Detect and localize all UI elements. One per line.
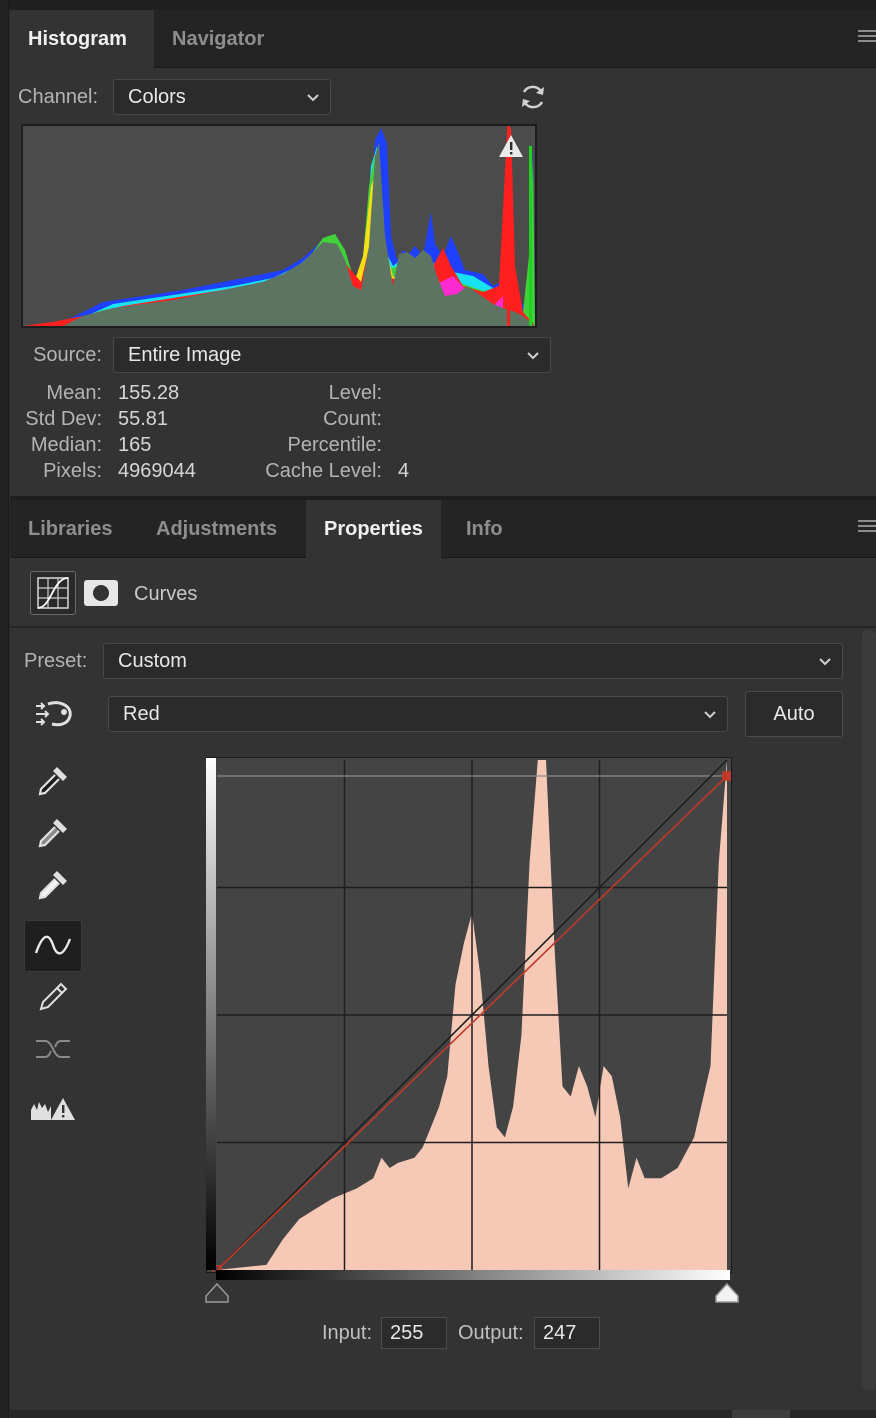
input-field[interactable]: 255 xyxy=(381,1317,447,1349)
left-dock-edge xyxy=(0,0,9,1418)
input-gradient-bar xyxy=(216,1270,730,1280)
tab-info[interactable]: Info xyxy=(448,500,521,558)
mean-value: 155.28 xyxy=(118,382,180,404)
percentile-label: Percentile: xyxy=(287,434,383,456)
stddev-value: 55.81 xyxy=(118,408,169,430)
chevron-down-icon xyxy=(704,711,716,719)
mean-label: Mean: xyxy=(46,382,102,404)
channel-value: Colors xyxy=(128,86,186,108)
white-eyedropper-icon xyxy=(38,871,67,900)
tab-libraries[interactable]: Libraries xyxy=(10,500,130,558)
smooth-icon xyxy=(36,1040,70,1058)
channel-dropdown[interactable]: Colors xyxy=(113,79,331,115)
tab-properties[interactable]: Properties xyxy=(306,500,441,558)
curve-edit-tool[interactable] xyxy=(24,920,82,972)
gray-eyedropper-icon xyxy=(38,819,67,848)
cache-level-value: 4 xyxy=(398,460,410,482)
black-point-slider[interactable] xyxy=(204,1282,230,1304)
chevron-down-icon xyxy=(527,352,539,360)
source-label: Source: xyxy=(33,344,102,366)
resize-handle[interactable] xyxy=(732,1410,790,1418)
source-dropdown[interactable]: Entire Image xyxy=(113,337,551,373)
clipping-warning-icon xyxy=(31,1098,75,1120)
median-label: Median: xyxy=(30,434,102,456)
output-label: Output: xyxy=(458,1322,524,1344)
stddev-label: Std Dev: xyxy=(25,408,102,430)
preset-value: Custom xyxy=(118,650,187,672)
preset-label: Preset: xyxy=(24,650,88,672)
white-eyedropper-tool[interactable] xyxy=(24,860,82,910)
refresh-icon[interactable] xyxy=(518,82,548,112)
median-value: 165 xyxy=(118,434,152,456)
black-eyedropper-icon xyxy=(38,767,67,796)
histogram-graph xyxy=(23,126,535,326)
white-point-slider[interactable] xyxy=(714,1282,740,1304)
channel-select[interactable]: Red xyxy=(108,696,728,732)
source-value: Entire Image xyxy=(128,344,242,366)
curves-grid-icon xyxy=(37,577,69,609)
panel-menu-icon[interactable] xyxy=(858,30,876,46)
curves-layer-icon[interactable] xyxy=(30,571,76,615)
output-field[interactable]: 247 xyxy=(534,1317,600,1349)
level-label: Level: xyxy=(328,382,382,404)
chevron-down-icon xyxy=(307,94,319,102)
black-eyedropper-tool[interactable] xyxy=(24,756,82,806)
histogram-tabbar: Histogram Navigator xyxy=(10,10,876,68)
adjustment-title: Curves xyxy=(134,583,198,605)
curves-chart[interactable] xyxy=(206,757,732,1273)
count-label: Count: xyxy=(323,408,382,430)
histogram-chart xyxy=(21,124,537,328)
pencil-tool[interactable] xyxy=(24,972,82,1022)
input-label: Input: xyxy=(322,1322,373,1344)
warning-icon[interactable] xyxy=(498,134,524,158)
curve-edit-icon xyxy=(34,935,72,955)
panel-menu-icon[interactable] xyxy=(858,520,876,536)
tab-navigator[interactable]: Navigator xyxy=(154,10,282,68)
pixels-value: 4969044 xyxy=(118,460,196,482)
cache-level-label: Cache Level: xyxy=(265,460,382,482)
curves-channel-value: Red xyxy=(123,703,160,725)
auto-button[interactable]: Auto xyxy=(745,691,843,737)
gray-eyedropper-tool[interactable] xyxy=(24,808,82,858)
top-strip xyxy=(0,0,876,10)
smooth-tool xyxy=(24,1024,82,1074)
tab-histogram[interactable]: Histogram xyxy=(10,10,154,68)
pixels-label: Pixels: xyxy=(43,460,102,482)
chevron-down-icon xyxy=(819,658,831,666)
preset-dropdown[interactable]: Custom xyxy=(103,643,843,679)
channel-label: Channel: xyxy=(18,86,99,108)
layer-mask-icon[interactable] xyxy=(84,580,118,606)
curve-control-point[interactable] xyxy=(722,771,731,781)
pencil-icon xyxy=(39,982,68,1011)
properties-tabbar: Libraries Adjustments Properties Info xyxy=(10,500,876,558)
tab-adjustments[interactable]: Adjustments xyxy=(138,500,295,558)
curves-graph[interactable] xyxy=(207,758,731,1272)
target-adjust-icon[interactable] xyxy=(34,698,74,730)
output-gradient-bar xyxy=(206,758,216,1270)
properties-scrollbar[interactable] xyxy=(862,630,876,1390)
clipping-warning-tool[interactable] xyxy=(24,1084,82,1134)
